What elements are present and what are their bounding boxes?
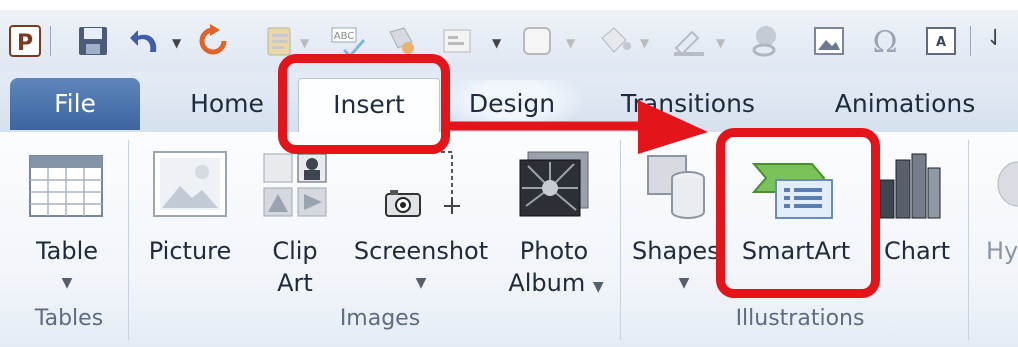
clip-art-icon[interactable] [262, 152, 328, 218]
picture-button[interactable]: Picture [142, 236, 238, 267]
screenshot-dropdown-icon[interactable]: ▼ [346, 268, 496, 299]
photo-album-label-2: Album [508, 269, 586, 297]
spelling-icon[interactable]: ABC [330, 24, 366, 58]
powerpoint-app-icon[interactable]: P [8, 24, 42, 58]
qat-separator [970, 26, 971, 56]
new-slide-dropdown-icon[interactable]: ▼ [492, 36, 501, 50]
table-button[interactable]: Table [24, 236, 110, 267]
hyperlink-button-partial[interactable]: Hy [986, 236, 1018, 267]
clip-art-button-line2[interactable]: Art [258, 268, 332, 299]
symbol-omega-icon[interactable]: Ω [868, 24, 902, 58]
chart-icon[interactable] [876, 150, 942, 222]
photo-album-button[interactable]: Photo [506, 236, 602, 267]
tab-file[interactable]: File [10, 78, 140, 130]
photo-album-dropdown-icon[interactable]: ▼ [593, 279, 604, 295]
shapes-dropdown-icon[interactable]: ▼ [640, 268, 728, 299]
group-label-tables: Tables [34, 306, 104, 331]
group-divider [620, 140, 621, 340]
annotation-smartart-highlight [716, 128, 880, 298]
group-divider [968, 140, 969, 340]
shape-outline-dropdown-icon[interactable]: ▼ [716, 36, 725, 50]
svg-text:ABC: ABC [334, 31, 355, 42]
annotation-insert-highlight [278, 54, 450, 154]
hyperlink-icon[interactable] [746, 24, 786, 58]
qat-separator [50, 26, 51, 56]
picture-insert-icon[interactable] [152, 150, 228, 218]
svg-text:Ω: Ω [873, 25, 898, 58]
hyperlink-insert-icon[interactable] [992, 160, 1018, 210]
annotation-arrow [442, 100, 708, 154]
shape-rect-icon[interactable] [520, 24, 556, 58]
tab-home[interactable]: Home [172, 78, 282, 130]
new-slide-icon[interactable] [440, 24, 480, 58]
tab-animations[interactable]: Animations [820, 78, 990, 130]
undo-icon[interactable] [128, 24, 164, 58]
format-painter-icon[interactable] [384, 24, 420, 58]
group-label-images: Images [339, 306, 421, 331]
shape-dropdown-icon[interactable]: ▼ [566, 36, 575, 50]
group-divider [128, 140, 129, 340]
shape-fill-dropdown-icon[interactable]: ▼ [640, 36, 649, 50]
photo-album-button-line2[interactable]: Album ▼ [496, 268, 616, 303]
clip-art-button[interactable]: Clip [258, 236, 332, 267]
shape-outline-icon[interactable] [670, 24, 708, 58]
paste-icon[interactable] [262, 24, 296, 58]
save-icon[interactable] [76, 24, 110, 58]
group-label-illustrations: Illustrations [735, 306, 865, 331]
screenshot-button[interactable]: Screenshot [346, 236, 496, 267]
shape-fill-icon[interactable] [596, 24, 634, 58]
redo-icon[interactable] [196, 24, 230, 58]
svg-text:P: P [17, 31, 33, 56]
paste-dropdown-icon[interactable]: ▼ [300, 36, 309, 50]
customize-qat-icon[interactable]: ⇃ [986, 26, 1004, 51]
undo-dropdown-icon[interactable]: ▼ [172, 36, 181, 50]
svg-text:A: A [936, 35, 946, 50]
quick-access-toolbar: P ▼ ▼ ABC ▼ ▼ ▼ ▼ Ω A ⇃ [0, 10, 1018, 72]
text-box-icon[interactable]: A [924, 24, 958, 58]
table-dropdown-icon[interactable]: ▼ [24, 268, 110, 299]
powerpoint-ribbon: P ▼ ▼ ABC ▼ ▼ ▼ ▼ Ω A ⇃ File Home Insert… [0, 0, 1018, 347]
picture-icon[interactable] [812, 24, 846, 58]
photo-album-icon[interactable] [518, 150, 590, 220]
shapes-icon[interactable] [644, 150, 712, 222]
table-icon[interactable] [28, 154, 104, 218]
